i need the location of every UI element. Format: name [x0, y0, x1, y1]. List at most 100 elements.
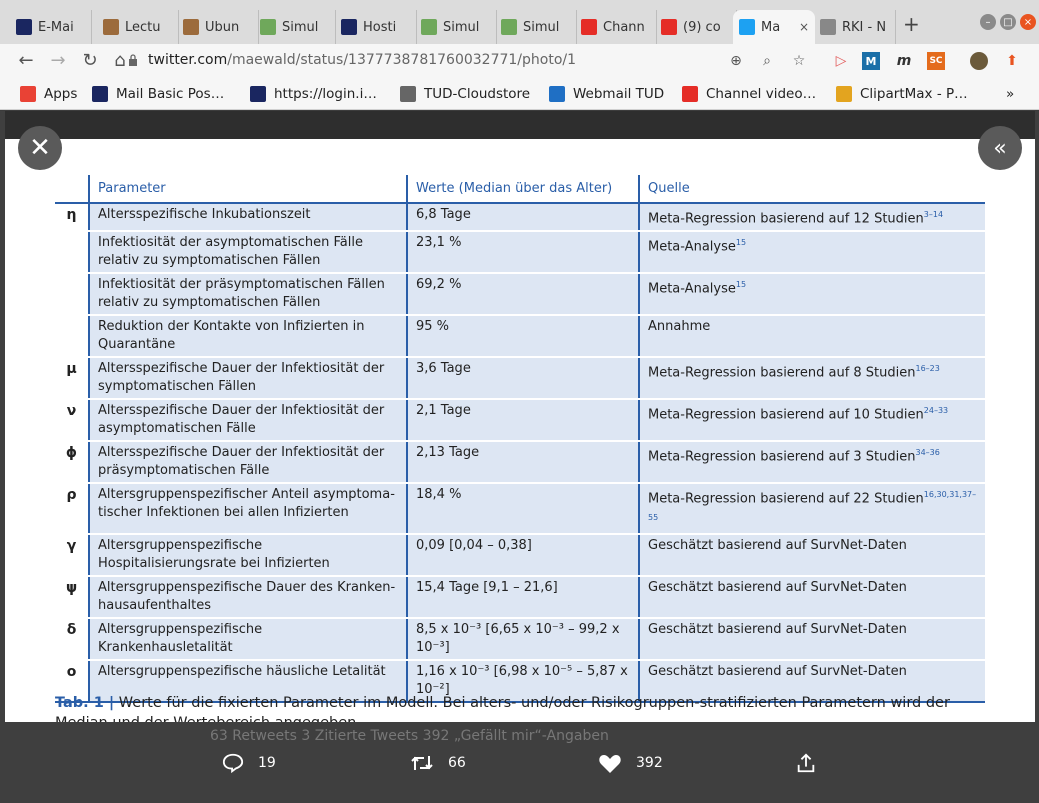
symbol-cell-text: ν — [66, 403, 77, 420]
caption-text: Werte für die fixierten Parameter im Mod… — [55, 695, 950, 722]
bookmark-4[interactable]: Webmail TUD — [549, 86, 664, 102]
symbol-cell-text: μ — [66, 361, 77, 378]
value-cell-text: 69,2 % — [416, 277, 462, 293]
close-window-icon[interactable]: × — [1020, 14, 1036, 30]
tab-10[interactable]: RKI - N — [814, 10, 896, 44]
bookmark-5[interactable]: Channel video… — [682, 86, 816, 102]
close-photo-button[interactable]: ✕ — [18, 126, 62, 170]
value-cell-text: 18,4 % — [416, 487, 462, 503]
tab-3[interactable]: Simul — [254, 10, 336, 44]
tab-4[interactable]: Hosti — [335, 10, 417, 44]
tab-5[interactable]: Simul — [415, 10, 497, 44]
source-cell: Geschätzt basierend auf SurvNet-Daten — [638, 617, 985, 661]
minimize-icon[interactable]: – — [980, 14, 996, 30]
parameter-cell-text: Altersgruppenspezifische Hospitalisierun… — [98, 537, 330, 571]
value-cell-text: 6,8 Tage — [416, 207, 471, 222]
image-icon — [183, 19, 199, 35]
tab-1[interactable]: Lectu — [97, 10, 179, 44]
bookmark-star-icon[interactable]: ☆ — [790, 52, 808, 70]
parameter-cell-text: Infektiosität der präsymptomatischen Fäl… — [98, 277, 385, 311]
more-bookmarks-button[interactable]: » — [1006, 86, 1014, 102]
bookmark-2[interactable]: https://login.i… — [250, 86, 377, 102]
table-header-row: Parameter Werte (Median über das Alter) … — [55, 175, 985, 204]
address-bar[interactable]: twitter.com/maewald/status/1377738781760… — [148, 52, 576, 68]
source-cell-text: Annahme — [648, 319, 711, 335]
tab-6[interactable]: Simul — [495, 10, 577, 44]
virus-icon — [260, 19, 276, 35]
table-row: ϕ Altersspezifische Dauer der Infektiosit… — [55, 441, 985, 485]
expand-panel-button[interactable]: « — [978, 126, 1022, 170]
symbol-cell — [55, 315, 89, 359]
parameter-cell: Infektiosität der asymptomatischen Fälle… — [88, 231, 407, 275]
heart-icon — [599, 755, 621, 773]
reference-superscript: 34–36 — [915, 448, 940, 458]
reference-superscript: 3–14 — [923, 210, 944, 219]
url-host: twitter.com — [148, 52, 228, 68]
parameter-cell: Altersgruppenspezifischer Anteil asympto… — [88, 483, 407, 535]
parameter-cell-text: Altersgruppenspezifische Dauer des Krank… — [98, 579, 396, 613]
value-cell: 23,1 % — [406, 231, 639, 275]
tweet-photo: Parameter Werte (Median über das Alter) … — [5, 139, 1035, 722]
forward-arrow-icon[interactable]: → — [46, 50, 70, 71]
youtube-icon — [581, 19, 597, 35]
symbol-cell-text: ψ — [65, 579, 78, 596]
faded-stats-text: 63 Retweets 3 Zitierte Tweets 392 „Gefäl… — [210, 728, 609, 744]
reload-icon[interactable]: ↻ — [78, 50, 102, 71]
bookmark-3[interactable]: TUD-Cloudstore — [400, 86, 530, 102]
tab-2[interactable]: Übun — [177, 10, 259, 44]
extension-update-icon[interactable]: ⬆ — [1003, 52, 1021, 70]
symbol-cell — [55, 273, 89, 317]
cloud-icon — [400, 86, 416, 102]
tab-strip: E-Mai Lectu Übun Simul Hosti Simul Simul Chann (… — [0, 0, 1039, 44]
source-cell: Geschätzt basierend auf SurvNet-Daten — [638, 533, 985, 577]
bookmark-6[interactable]: ClipartMax - P… — [836, 86, 968, 102]
source-cell-text: Meta-Regression basierend auf 10 Studien — [648, 407, 924, 423]
like-count: 392 — [636, 755, 663, 771]
bookmark-label: https://login.i… — [274, 86, 377, 102]
zoom-icon[interactable]: ⌕ — [758, 52, 776, 70]
extension-m-icon[interactable]: M — [862, 52, 880, 70]
symbol-cell: δ — [55, 617, 89, 661]
profile-avatar-icon[interactable] — [970, 52, 988, 70]
extension-m-italic-icon[interactable]: m — [895, 52, 913, 70]
i-square-icon — [341, 19, 357, 35]
parameter-cell-text: Infektiosität der asymptomatischen Fälle… — [98, 235, 363, 269]
value-cell: 2,1 Tage — [406, 399, 639, 443]
extension-sc-icon[interactable]: SC — [927, 52, 945, 70]
parameter-cell-text: Altersgruppenspezifischer Anteil asympto… — [98, 487, 395, 521]
symbol-cell-text: η — [66, 207, 77, 223]
source-cell-text: Geschätzt basierend auf SurvNet-Daten — [648, 537, 907, 553]
lock-icon — [129, 54, 137, 66]
value-cell-text: 15,4 Tage [9,1 – 21,6] — [416, 579, 558, 595]
close-tab-icon[interactable]: × — [799, 20, 809, 34]
maximize-icon[interactable]: □ — [1000, 14, 1016, 30]
value-cell: 2,13 Tage — [406, 441, 639, 485]
symbol-cell — [55, 231, 89, 275]
tab-7[interactable]: Chann — [575, 10, 657, 44]
browser-toolbar: ← → ↻ ⌂ twitter.com/maewald/status/13777… — [0, 44, 1039, 80]
share-button[interactable] — [795, 752, 831, 774]
bookmark-0[interactable]: Apps — [20, 86, 77, 102]
symbol-cell-text: o — [66, 663, 77, 680]
value-cell-text: 8,5 x 10⁻³ [6,65 x 10⁻³ – 99,2 x 10⁻³] — [416, 621, 620, 655]
symbol-cell: η — [55, 201, 89, 233]
symbol-cell-text: γ — [66, 537, 77, 554]
install-icon[interactable]: ⊕ — [727, 52, 745, 70]
i-square-icon — [250, 86, 266, 102]
like-button[interactable]: 392 — [598, 752, 663, 774]
table-row: Infektiosität der asymptomatischen Fälle… — [55, 231, 985, 275]
tab-8[interactable]: (9) co — [655, 10, 737, 44]
table-caption: Tab. 1 | Werte für die fixierten Paramet… — [55, 693, 995, 722]
symbol-cell: ϕ — [55, 441, 89, 485]
tab-0[interactable]: E-Mai — [10, 10, 92, 44]
reply-button[interactable]: 19 — [222, 752, 276, 774]
parameter-cell-text: Altersgruppenspezifische häusliche Letal… — [98, 663, 386, 679]
retweet-button[interactable]: 66 — [410, 752, 466, 774]
bookmark-1[interactable]: Mail Basic Pos… — [92, 86, 224, 102]
back-arrow-icon[interactable]: ← — [14, 50, 38, 71]
extension-cast-icon[interactable]: ▷ — [832, 52, 850, 70]
new-tab-button[interactable]: + — [903, 12, 920, 36]
value-cell-text: 3,6 Tage — [416, 361, 471, 377]
source-cell-text: Meta-Regression basierend auf 3 Studien — [648, 449, 916, 465]
tab-9[interactable]: Ma × — [733, 10, 815, 44]
